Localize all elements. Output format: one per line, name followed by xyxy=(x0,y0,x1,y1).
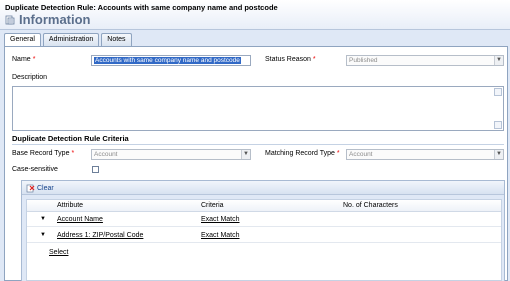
scroll-up-button[interactable] xyxy=(494,88,502,96)
form-icon xyxy=(5,15,15,25)
name-field[interactable]: Accounts with same company name and post… xyxy=(91,55,251,66)
required-marker: * xyxy=(71,150,75,157)
required-marker: * xyxy=(336,150,340,157)
table-row: ▼ Address 1: ZIP/Postal Code Exact Match xyxy=(27,228,501,243)
case-sensitive-label: Case-sensitive xyxy=(12,166,58,173)
matching-record-type-label: Matching Record Type * xyxy=(265,150,340,157)
chevron-down-icon[interactable]: ▼ xyxy=(241,150,250,159)
chevron-down-icon[interactable]: ▼ xyxy=(494,56,503,65)
attribute-link[interactable]: Address 1: ZIP/Postal Code xyxy=(57,232,143,239)
criteria-link[interactable]: Exact Match xyxy=(201,232,240,239)
grid-toolbar: Clear xyxy=(22,181,504,195)
column-header-characters[interactable]: No. of Characters xyxy=(343,202,398,209)
scroll-down-button[interactable] xyxy=(494,121,502,129)
description-label: Description xyxy=(12,74,48,81)
form-header: Duplicate Detection Rule: Accounts with … xyxy=(0,0,510,30)
column-header-attribute[interactable]: Attribute xyxy=(57,202,83,209)
clear-icon xyxy=(26,184,35,192)
select-link[interactable]: Select xyxy=(49,249,68,256)
clear-label: Clear xyxy=(37,184,54,192)
expand-arrow-icon[interactable]: ▼ xyxy=(40,216,46,222)
status-reason-label: Status Reason * xyxy=(265,56,316,63)
table-row: ▼ Account Name Exact Match xyxy=(27,212,501,227)
expand-arrow-icon[interactable]: ▼ xyxy=(40,232,46,238)
tab-administration[interactable]: Administration xyxy=(42,33,100,46)
required-marker: * xyxy=(32,56,36,63)
chevron-down-icon[interactable]: ▼ xyxy=(494,150,503,159)
grid-header: Attribute Criteria No. of Characters xyxy=(27,200,501,212)
base-record-type-label: Base Record Type * xyxy=(12,150,75,157)
base-record-type-select[interactable]: Account ▼ xyxy=(91,149,251,160)
general-panel: Name * Accounts with same company name an… xyxy=(4,46,508,281)
criteria-grid: Attribute Criteria No. of Characters ▼ A… xyxy=(26,199,502,281)
clear-button[interactable]: Clear xyxy=(26,183,54,193)
required-marker: * xyxy=(312,56,316,63)
status-reason-select[interactable]: Published ▼ xyxy=(346,55,504,66)
criteria-section-title: Duplicate Detection Rule Criteria xyxy=(12,134,129,143)
window-title: Duplicate Detection Rule: Accounts with … xyxy=(5,3,278,12)
criteria-grid-container: Clear Attribute Criteria No. of Characte… xyxy=(21,180,505,281)
entity-title: Information xyxy=(19,12,91,27)
matching-record-type-select[interactable]: Account ▼ xyxy=(346,149,504,160)
section-divider xyxy=(12,144,504,145)
tab-strip: General Administration Notes xyxy=(4,33,134,47)
case-sensitive-checkbox[interactable] xyxy=(92,166,99,173)
tab-general[interactable]: General xyxy=(4,33,41,47)
attribute-link[interactable]: Account Name xyxy=(57,216,103,223)
tab-notes[interactable]: Notes xyxy=(101,33,132,46)
name-label: Name * xyxy=(12,56,36,63)
column-header-criteria[interactable]: Criteria xyxy=(201,202,224,209)
description-field[interactable] xyxy=(12,86,504,131)
criteria-link[interactable]: Exact Match xyxy=(201,216,240,223)
